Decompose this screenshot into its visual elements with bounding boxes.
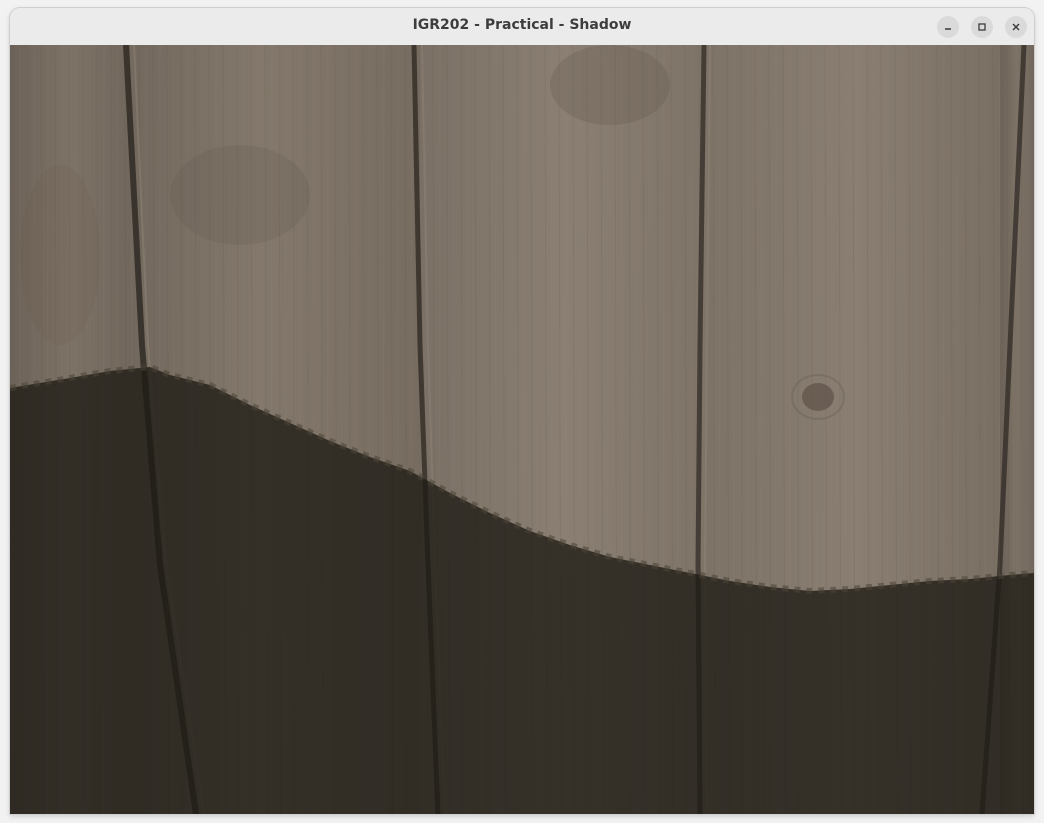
window-title: IGR202 - Practical - Shadow bbox=[412, 17, 632, 33]
minimize-icon bbox=[943, 22, 953, 32]
minimize-button[interactable] bbox=[937, 16, 959, 38]
close-icon bbox=[1011, 22, 1021, 32]
close-button[interactable] bbox=[1005, 16, 1027, 38]
maximize-icon bbox=[977, 22, 987, 32]
maximize-button[interactable] bbox=[971, 16, 993, 38]
title-bar[interactable]: IGR202 - Practical - Shadow bbox=[10, 8, 1034, 46]
wood-plank-scene bbox=[10, 45, 1034, 814]
render-viewport[interactable] bbox=[10, 45, 1034, 814]
wood-knot bbox=[802, 383, 834, 411]
app-window: IGR202 - Practical - Shadow bbox=[10, 8, 1034, 814]
